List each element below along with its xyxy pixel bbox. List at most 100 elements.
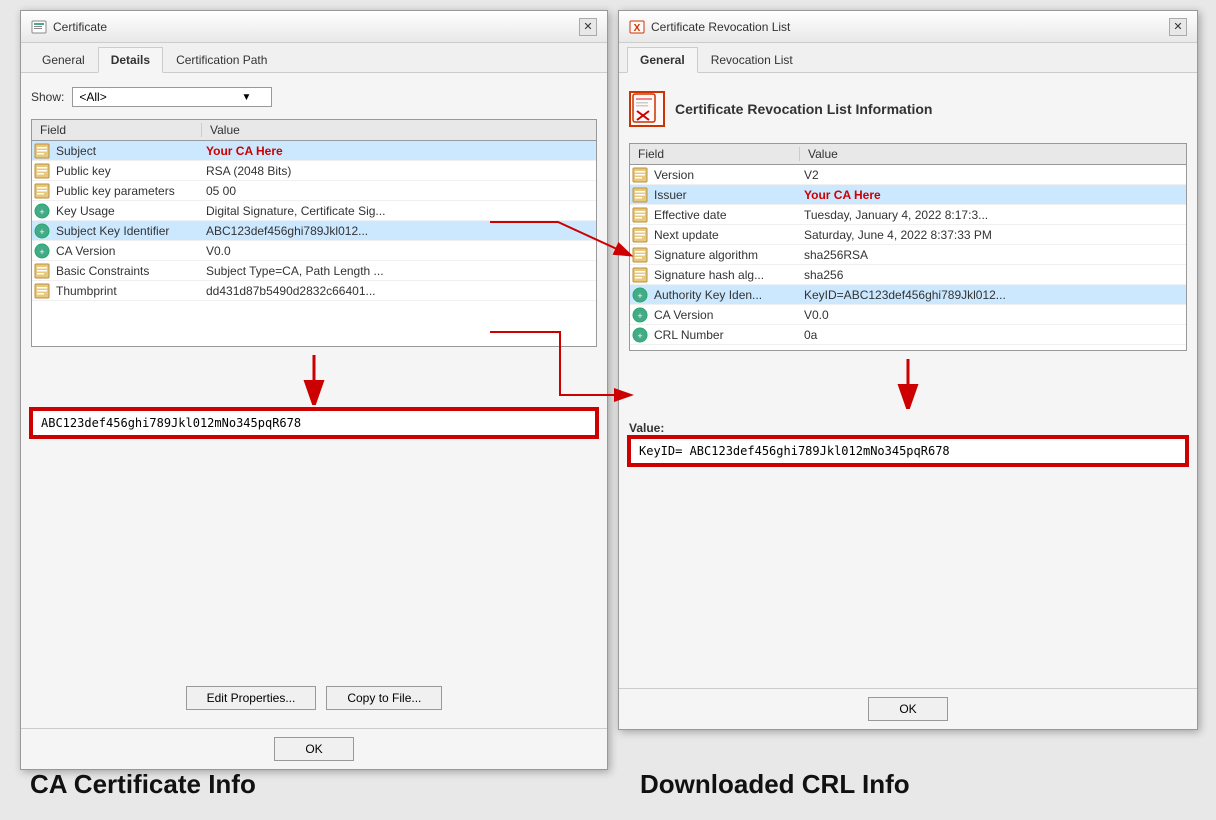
crl-titlebar: X Certificate Revocation List ✕ bbox=[619, 11, 1197, 43]
subject-key-icon: + bbox=[32, 222, 52, 240]
cert-row-field: Public key bbox=[52, 163, 202, 179]
crl-close-button[interactable]: ✕ bbox=[1169, 18, 1187, 36]
cert-row-field: CA Version bbox=[52, 243, 202, 259]
cert-row-field: Public key parameters bbox=[52, 183, 202, 199]
svg-text:+: + bbox=[637, 291, 642, 301]
crl-value-label: Value: bbox=[629, 417, 1187, 437]
basic-constraints-icon bbox=[32, 262, 52, 280]
cert-dialog-title: Certificate bbox=[53, 20, 107, 34]
tab-general[interactable]: General bbox=[29, 47, 98, 72]
crl-value-section: Value: KeyID= ABC123def456ghi789Jkl012mN… bbox=[629, 417, 1187, 465]
crl-info-header: Certificate Revocation List Information bbox=[629, 83, 1187, 135]
cert-table-rows: SubjectYour CA HerePublic keyRSA (2048 B… bbox=[32, 141, 596, 341]
cert-table-row[interactable]: +CA VersionV0.0 bbox=[32, 241, 596, 261]
cert-close-button[interactable]: ✕ bbox=[579, 18, 597, 36]
cert-value-box: ABC123def456ghi789Jkl012mNo345pqR678 bbox=[31, 409, 597, 437]
crl-row-field: Signature algorithm bbox=[650, 247, 800, 263]
show-value: <All> bbox=[79, 90, 106, 104]
copy-to-file-button[interactable]: Copy to File... bbox=[326, 686, 442, 710]
crl-ok-button[interactable]: OK bbox=[868, 697, 948, 721]
crl-row-value: Saturday, June 4, 2022 8:37:33 PM bbox=[800, 227, 1186, 243]
cert-row-value: Subject Type=CA, Path Length ... bbox=[202, 263, 596, 279]
issuer-icon bbox=[630, 186, 650, 204]
crl-row-value: Your CA Here bbox=[800, 187, 1186, 203]
col-field-header: Field bbox=[32, 123, 202, 137]
tab-crl-general[interactable]: General bbox=[627, 47, 698, 73]
down-arrow-cert bbox=[31, 355, 597, 405]
cert-row-field: Thumbprint bbox=[52, 283, 202, 299]
crl-row-value: 0a bbox=[800, 327, 1186, 343]
crl-row-field: Version bbox=[650, 167, 800, 183]
crl-col-value-header: Value bbox=[800, 147, 1186, 161]
cert-buttons: Edit Properties... Copy to File... bbox=[31, 678, 597, 718]
svg-text:+: + bbox=[39, 247, 44, 257]
crl-row-value: sha256RSA bbox=[800, 247, 1186, 263]
crl-table-row[interactable]: + CRL Number0a bbox=[630, 325, 1186, 345]
crl-row-field: Next update bbox=[650, 227, 800, 243]
sig-alg-icon bbox=[630, 246, 650, 264]
edit-properties-button[interactable]: Edit Properties... bbox=[186, 686, 317, 710]
col-value-header: Value bbox=[202, 123, 596, 137]
crl-title-icon: X bbox=[629, 19, 645, 35]
crl-table-row[interactable]: Next updateSaturday, June 4, 2022 8:37:3… bbox=[630, 225, 1186, 245]
cert-titlebar: Certificate ✕ bbox=[21, 11, 607, 43]
cert-table-row[interactable]: SubjectYour CA Here bbox=[32, 141, 596, 161]
crl-row-value: KeyID=ABC123def456ghi789Jkl012... bbox=[800, 287, 1186, 303]
cert-table-row[interactable]: Thumbprintdd431d87b5490d2832c66401... bbox=[32, 281, 596, 301]
crl-table-row[interactable]: +CA VersionV0.0 bbox=[630, 305, 1186, 325]
cert-table-row[interactable]: Public key parameters05 00 bbox=[32, 181, 596, 201]
cert-row-value: Your CA Here bbox=[202, 143, 596, 159]
svg-text:X: X bbox=[634, 23, 641, 34]
cert-row-value: Digital Signature, Certificate Sig... bbox=[202, 203, 596, 219]
svg-text:+: + bbox=[637, 331, 642, 341]
crl-table-row[interactable]: IssuerYour CA Here bbox=[630, 185, 1186, 205]
show-dropdown-arrow: ▼ bbox=[241, 92, 251, 103]
cert-table-row[interactable]: Public keyRSA (2048 Bits) bbox=[32, 161, 596, 181]
auth-key-icon: + bbox=[630, 286, 650, 304]
crl-table-row[interactable]: + Authority Key Iden...KeyID=ABC123def456… bbox=[630, 285, 1186, 305]
cert-row-field: Key Usage bbox=[52, 203, 202, 219]
tab-certification-path[interactable]: Certification Path bbox=[163, 47, 280, 72]
svg-text:+: + bbox=[39, 227, 44, 237]
crl-row-value: V2 bbox=[800, 167, 1186, 183]
crl-footer: OK bbox=[619, 688, 1197, 729]
cert-row-field: Subject Key Identifier bbox=[52, 223, 202, 239]
cert-table-row[interactable]: Basic ConstraintsSubject Type=CA, Path L… bbox=[32, 261, 596, 281]
crl-table-row[interactable]: Effective dateTuesday, January 4, 2022 8… bbox=[630, 205, 1186, 225]
tab-revocation-list[interactable]: Revocation List bbox=[698, 47, 806, 72]
crl-row-field: Signature hash alg... bbox=[650, 267, 800, 283]
crl-row-value: V0.0 bbox=[800, 307, 1186, 323]
cert-dialog-body: Show: <All> ▼ Field Value SubjectYour CA… bbox=[21, 73, 607, 728]
caption-right: Downloaded CRL Info bbox=[640, 769, 910, 800]
cert-footer: OK bbox=[21, 728, 607, 769]
crl-table-row[interactable]: Signature algorithmsha256RSA bbox=[630, 245, 1186, 265]
cert-row-value: dd431d87b5490d2832c66401... bbox=[202, 283, 596, 299]
cert-row-value: RSA (2048 Bits) bbox=[202, 163, 596, 179]
cert-table-row[interactable]: +Key UsageDigital Signature, Certificate… bbox=[32, 201, 596, 221]
crl-table-row[interactable]: VersionV2 bbox=[630, 165, 1186, 185]
version-icon bbox=[630, 166, 650, 184]
crl-row-field: Authority Key Iden... bbox=[650, 287, 800, 303]
crl-row-field: CRL Number bbox=[650, 327, 800, 343]
cert-table: Field Value SubjectYour CA HerePublic ke… bbox=[31, 119, 597, 347]
show-dropdown[interactable]: <All> ▼ bbox=[72, 87, 272, 107]
cert-tabs: General Details Certification Path bbox=[21, 43, 607, 73]
crl-number-icon: + bbox=[630, 326, 650, 344]
effective-date-icon bbox=[630, 206, 650, 224]
cert-field-icon bbox=[32, 182, 52, 200]
caption-left: CA Certificate Info bbox=[30, 769, 256, 800]
ca-version-icon: + bbox=[630, 306, 650, 324]
cert-ok-button[interactable]: OK bbox=[274, 737, 354, 761]
thumbprint-icon bbox=[32, 282, 52, 300]
cert-row-field: Basic Constraints bbox=[52, 263, 202, 279]
down-arrow-svg bbox=[284, 355, 344, 405]
crl-value-box: KeyID= ABC123def456ghi789Jkl012mNo345pqR… bbox=[629, 437, 1187, 465]
sig-hash-icon bbox=[630, 266, 650, 284]
crl-table-row[interactable]: Signature hash alg...sha256 bbox=[630, 265, 1186, 285]
show-row: Show: <All> ▼ bbox=[31, 83, 597, 111]
cert-row-value: ABC123def456ghi789Jkl012... bbox=[202, 223, 596, 239]
crl-dialog-title: Certificate Revocation List bbox=[651, 20, 790, 34]
tab-details[interactable]: Details bbox=[98, 47, 163, 73]
show-label: Show: bbox=[31, 90, 64, 104]
cert-table-row[interactable]: + Subject Key IdentifierABC123def456ghi78… bbox=[32, 221, 596, 241]
